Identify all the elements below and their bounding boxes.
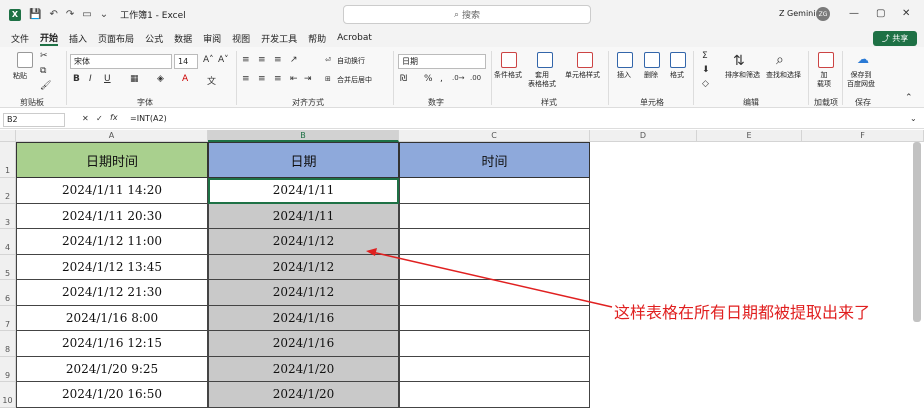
annotation-arrow [366, 248, 613, 308]
annotation-text: 这样表格在所有日期都被提取出来了 [614, 303, 871, 322]
